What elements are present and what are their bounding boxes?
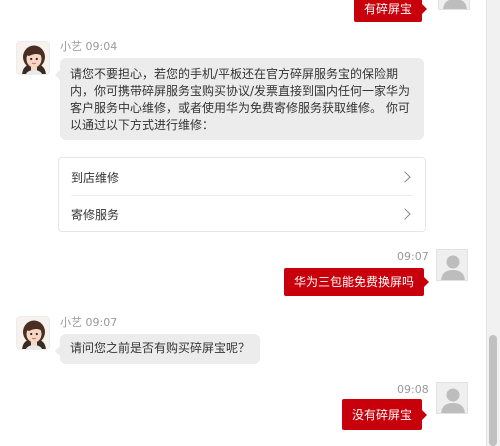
message-text: 请问您之前是否有购买碎屏宝呢？	[70, 341, 251, 355]
option-in-store-repair[interactable]: 到店维修	[59, 159, 425, 195]
option-mail-in-repair[interactable]: 寄修服务	[59, 196, 425, 232]
repair-options-card: 到店维修 寄修服务	[58, 157, 426, 232]
incoming-message-bubble: 请您不要担心，若您的手机/平板还在官方碎屏服务宝的保险期 内，你可携带碎屏服务宝…	[55, 58, 424, 140]
sender-name: 小艺	[60, 316, 82, 329]
message-meta: 小艺 09:07	[60, 316, 117, 330]
user-avatar	[436, 382, 468, 414]
outgoing-message-bubble: 有碎屏宝	[354, 0, 428, 22]
chevron-right-icon	[399, 208, 411, 220]
outgoing-message-bubble: 华为三包能免费换屏吗	[284, 268, 430, 296]
message-text: 有碎屏宝	[364, 2, 413, 16]
message-time: 09:07	[397, 250, 429, 263]
user-avatar	[438, 0, 470, 10]
person-silhouette-icon	[439, 0, 470, 10]
scrollbar-thumb[interactable]	[489, 335, 497, 446]
message-text: 没有碎屏宝	[352, 407, 413, 422]
incoming-message-bubble: 请问您之前是否有购买碎屏宝呢？	[55, 334, 260, 364]
message-time: 09:08	[397, 383, 429, 396]
outgoing-message-bubble: 没有碎屏宝	[342, 399, 428, 430]
user-avatar	[436, 249, 468, 281]
message-meta: 小艺 09:04	[60, 40, 117, 54]
message-line: 以通过以下方式进行维修：	[70, 118, 215, 132]
person-silhouette-icon	[437, 250, 468, 281]
option-label: 到店维修	[71, 170, 120, 185]
assistant-avatar-icon	[17, 317, 50, 350]
assistant-avatar-icon	[17, 42, 50, 75]
message-text: 华为三包能免费换屏吗	[294, 275, 415, 289]
assistant-avatar	[16, 41, 50, 75]
option-label: 寄修服务	[71, 207, 120, 222]
person-silhouette-icon	[437, 383, 468, 414]
message-line: 内，你可携带碎屏服务宝购买协议/发票直接到国内任何一家华为	[70, 84, 411, 98]
message-time: 09:04	[85, 40, 118, 53]
message-time: 09:07	[85, 316, 118, 329]
assistant-avatar	[16, 316, 50, 350]
message-line: 客户服务中心维修，或者使用华为免费寄修服务获取维修。 你可	[70, 101, 410, 115]
message-line: 请您不要担心，若您的手机/平板还在官方碎屏服务宝的保险期	[70, 67, 399, 81]
chevron-right-icon	[399, 171, 411, 183]
sender-name: 小艺	[60, 40, 82, 53]
